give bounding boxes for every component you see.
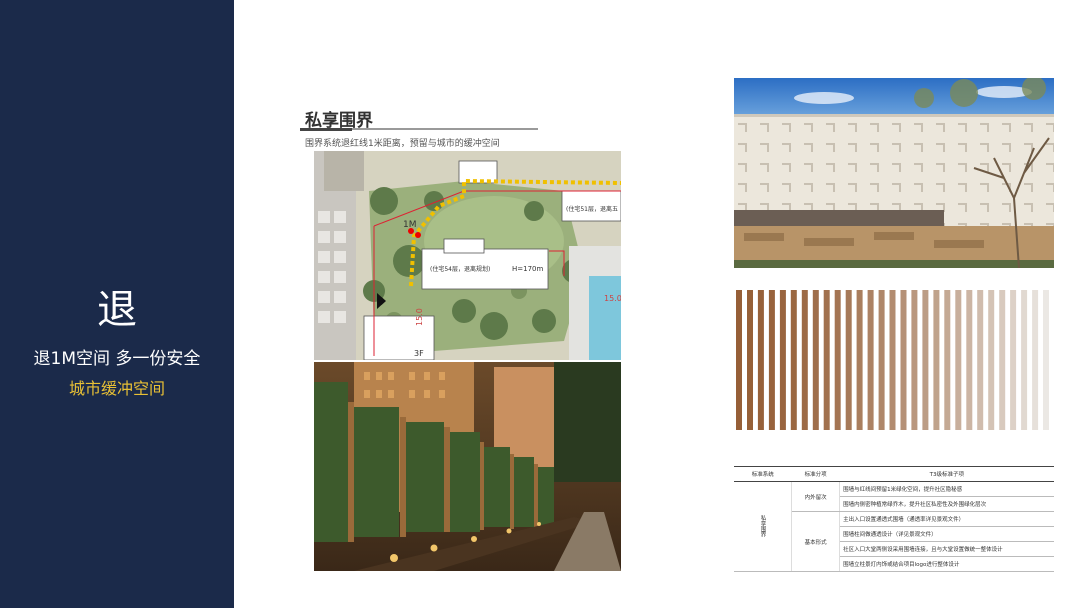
table-item: 围墙立柱景灯内饰或结合项目logo进行整体设计	[839, 556, 1054, 572]
table-item: 围墙内侧密种植常绿乔木，提升社区私密性及外围绿化层次	[839, 496, 1054, 512]
wood-slat	[911, 290, 918, 430]
wood-slat	[889, 290, 896, 430]
sidebar-big-char: 退	[97, 287, 137, 333]
wood-slat-material-swatch	[736, 290, 1054, 430]
table-category-cell: 私享围界	[734, 481, 793, 572]
wood-slat	[878, 290, 885, 430]
wood-slat	[1032, 290, 1039, 430]
wood-slat	[747, 290, 753, 430]
wood-slat	[933, 290, 940, 430]
wood-slat	[834, 290, 841, 430]
section-description: 围界系统退红线1米距离，预留与城市的缓冲空间	[305, 139, 500, 149]
table-header-row: 标准系统 标准分项 T3级标准子项	[734, 466, 1054, 482]
wood-slat	[736, 290, 742, 430]
wood-slat	[977, 290, 984, 430]
garden-wall-night-photo	[314, 362, 621, 571]
table-group-name: 基本形式	[791, 511, 841, 572]
wood-slat	[966, 290, 973, 430]
wood-slat	[988, 290, 995, 430]
wood-slat	[900, 290, 907, 430]
table-item: 围墙柱间做通透设计（详见景观文件）	[839, 526, 1054, 542]
plan-label-height: H=170m	[512, 265, 543, 273]
wood-slat	[922, 290, 929, 430]
wood-slat	[999, 290, 1006, 430]
plan-label-tower-b: (住宅54层，退离规划)	[430, 265, 490, 273]
sidebar-subtitle: 退1M空间 多一份安全	[33, 349, 201, 369]
wood-slat	[779, 290, 786, 430]
wood-slat	[955, 290, 962, 430]
table-group-name: 内外留次	[791, 481, 841, 512]
wood-slat	[867, 290, 874, 430]
wood-slat	[757, 290, 764, 430]
plan-label-3f: 3F	[414, 349, 424, 358]
wood-slat-drawing	[736, 290, 1049, 430]
table-item: 围墙与红线间预留1米绿化空间，提升社区隐秘感	[839, 481, 1054, 497]
plan-label-tower-a: (住宅51层，退离五	[566, 205, 618, 213]
plan-label-1m: 1M	[403, 220, 417, 230]
wood-slat	[845, 290, 852, 430]
plan-label-dim-2: 15.0	[604, 294, 621, 303]
wood-slat	[856, 290, 863, 430]
wood-slat	[944, 290, 951, 430]
title-underline-extension	[352, 128, 538, 130]
table-row: 私享围界 内外留次 围墙与红线间预留1米绿化空间，提升社区隐秘感	[734, 481, 1054, 572]
title-underline	[300, 128, 352, 131]
table-category: 私享围界	[759, 514, 766, 537]
wood-slat	[801, 290, 808, 430]
wood-slat	[812, 290, 819, 430]
wood-slat	[823, 290, 830, 430]
site-plan-image: 1M (住宅51层，退离五 (住宅54层，退离规划) H=170m 3F 15.…	[314, 151, 621, 360]
table-header-item: 标准分项	[791, 466, 840, 482]
sidebar-highlight: 城市缓冲空间	[68, 379, 165, 398]
table-item: 社区入口大堂两侧设采用围墙连接，且与大堂设置做统一整体设计	[839, 541, 1054, 557]
table-item: 主出入口设置通透式围墙（通透率详见景观文件）	[839, 511, 1054, 527]
wood-slat	[790, 290, 797, 430]
table-header-system: 标准系统	[734, 466, 792, 482]
wood-slat	[1021, 290, 1028, 430]
textured-wall-drawing	[734, 78, 1054, 268]
garden-wall-night-drawing	[314, 362, 621, 571]
table-header-subitem: T3级标准子项	[839, 466, 1054, 482]
textured-wall-photo	[734, 78, 1054, 268]
wood-slat	[1010, 290, 1017, 430]
wood-slat	[768, 290, 775, 430]
site-plan-drawing: 1M (住宅51层，退离五 (住宅54层，退离规划) H=170m 3F 15.…	[314, 151, 621, 360]
standards-table: 标准系统 标准分项 T3级标准子项 私享围界 内外留次 围墙与红线间预留1米绿化…	[734, 466, 1054, 572]
plan-label-dim-1: 15.0	[415, 308, 424, 326]
wood-slat	[1043, 290, 1049, 430]
